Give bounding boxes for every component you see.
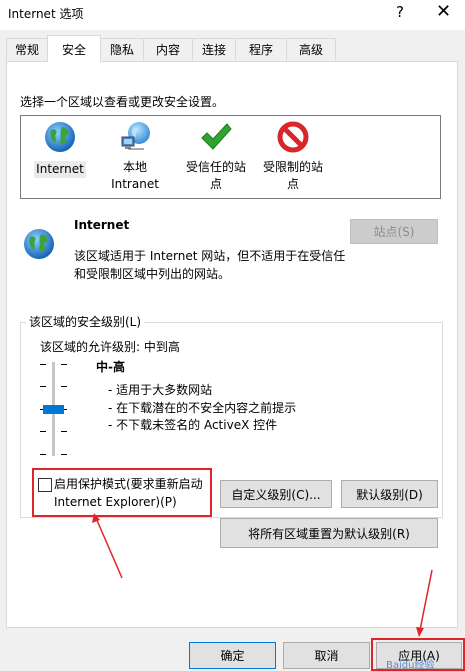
annotation-arrow-line (419, 569, 433, 631)
cancel-button[interactable]: 取消 (283, 642, 370, 669)
annotation-arrow-head (416, 627, 424, 637)
watermark-text: Baidu经验 (386, 660, 435, 671)
ok-button[interactable]: 确定 (189, 642, 276, 669)
tab-security[interactable]: 安全 (47, 35, 101, 62)
annotation-arrow-line (95, 517, 123, 579)
annotation-arrow-head (92, 513, 100, 523)
annotation-arrows (92, 513, 433, 637)
